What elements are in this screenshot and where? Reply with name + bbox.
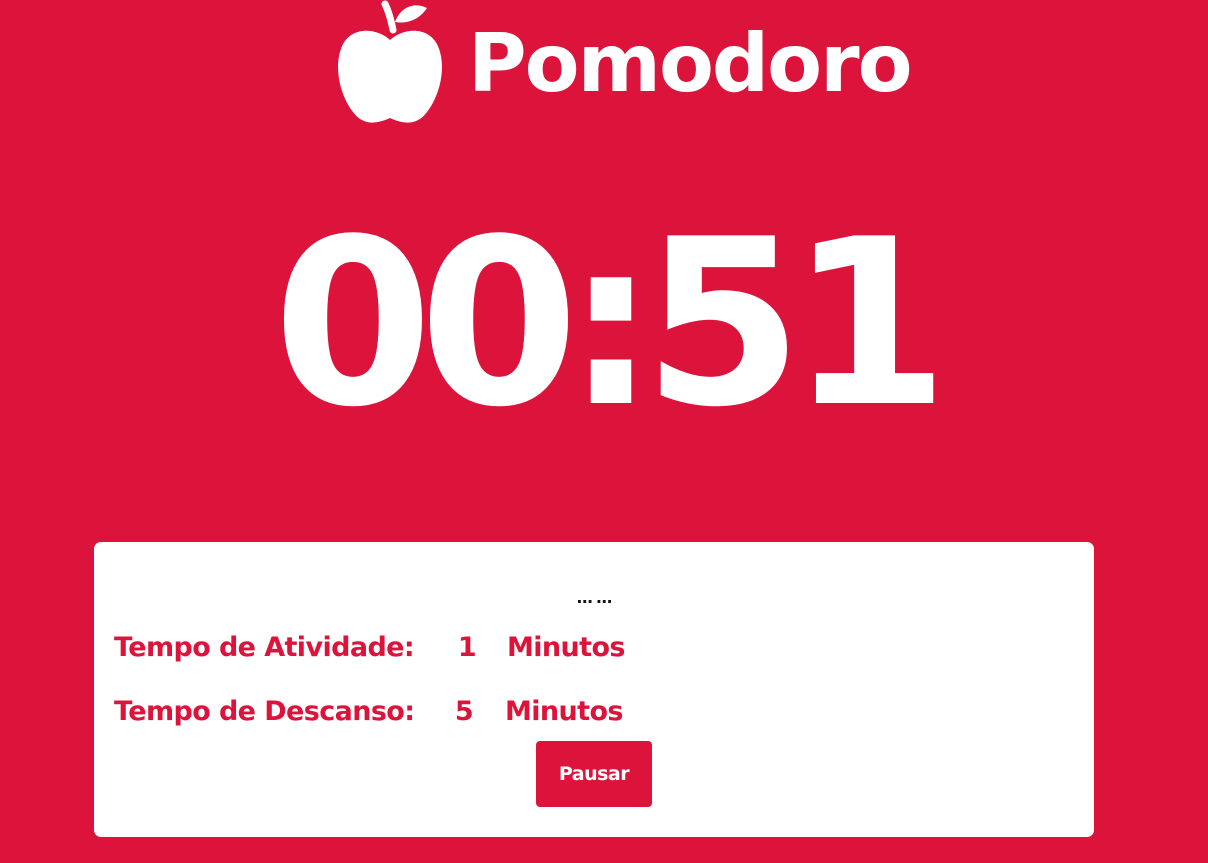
apple-icon xyxy=(338,0,442,123)
activity-unit: Minutos xyxy=(507,632,626,663)
settings-panel: … … Tempo de Atividade: 1 Minutos Tempo … xyxy=(94,542,1094,837)
activity-label: Tempo de Atividade: xyxy=(114,632,415,663)
activity-minutes-value[interactable]: 1 xyxy=(447,628,487,668)
rest-label: Tempo de Descanso: xyxy=(114,696,415,727)
rest-minutes-value[interactable]: 5 xyxy=(444,692,484,732)
app-title: Pomodoro xyxy=(468,17,913,110)
timer-display: 00:51 xyxy=(272,191,949,458)
rest-unit: Minutos xyxy=(505,696,624,727)
status-text: … … xyxy=(576,588,613,607)
pause-button[interactable]: Pausar xyxy=(536,741,652,807)
app-header: Pomodoro xyxy=(0,0,1208,130)
